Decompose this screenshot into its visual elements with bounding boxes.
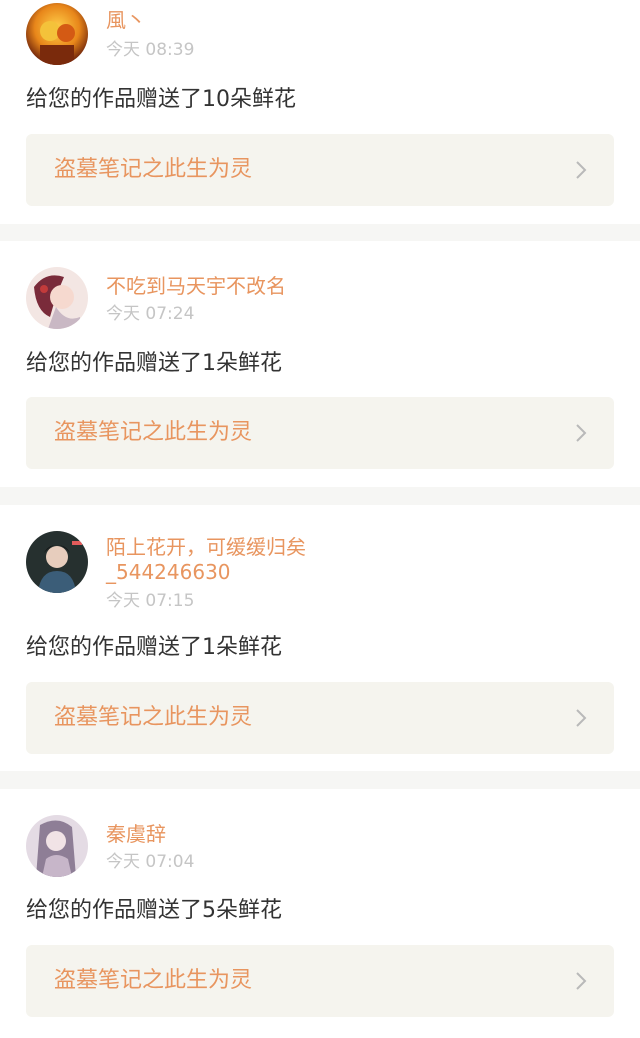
timestamp: 今天 07:24	[106, 304, 195, 324]
username-line: _544246630	[106, 560, 231, 584]
work-title: 盗墓笔记之此生为灵	[54, 705, 253, 730]
work-link[interactable]: 盗墓笔记之此生为灵	[26, 397, 614, 469]
notification-card: 秦虞辞 今天 07:04 给您的作品赠送了5朵鲜花 盗墓笔记之此生为灵	[0, 789, 640, 1038]
username-line: 陌上花开，可缓缓归矣	[106, 535, 306, 559]
work-link[interactable]: 盗墓笔记之此生为灵	[26, 134, 614, 206]
timestamp: 今天 07:15	[106, 591, 195, 611]
avatar[interactable]	[26, 267, 88, 329]
gift-message: 给您的作品赠送了10朵鲜花	[26, 87, 296, 112]
username[interactable]: 陌上花开，可缓缓归矣 _544246630	[106, 535, 306, 585]
avatar[interactable]	[26, 815, 88, 877]
username-line: 風丶	[106, 8, 146, 32]
notification-card: 不吃到马天宇不改名 今天 07:24 给您的作品赠送了1朵鲜花 盗墓笔记之此生为…	[0, 241, 640, 487]
username[interactable]: 秦虞辞	[106, 822, 166, 847]
username[interactable]: 不吃到马天宇不改名	[106, 274, 286, 299]
avatar[interactable]	[26, 531, 88, 593]
timestamp: 今天 08:39	[106, 40, 195, 60]
notification-card: 陌上花开，可缓缓归矣 _544246630 今天 07:15 给您的作品赠送了1…	[0, 505, 640, 771]
username[interactable]: 風丶	[106, 8, 146, 33]
chevron-right-icon	[576, 161, 587, 179]
chevron-right-icon	[576, 424, 587, 442]
work-link[interactable]: 盗墓笔记之此生为灵	[26, 945, 614, 1017]
chevron-right-icon	[576, 972, 587, 990]
notification-card: 風丶 今天 08:39 给您的作品赠送了10朵鲜花 盗墓笔记之此生为灵	[0, 0, 640, 224]
avatar[interactable]	[26, 3, 88, 65]
gift-notification-feed: 風丶 今天 08:39 给您的作品赠送了10朵鲜花 盗墓笔记之此生为灵 不吃到马…	[0, 0, 640, 1038]
timestamp: 今天 07:04	[106, 852, 195, 872]
gift-message: 给您的作品赠送了5朵鲜花	[26, 898, 282, 923]
gift-message: 给您的作品赠送了1朵鲜花	[26, 351, 282, 376]
username-line: 不吃到马天宇不改名	[106, 274, 286, 298]
gift-message: 给您的作品赠送了1朵鲜花	[26, 635, 282, 660]
work-link[interactable]: 盗墓笔记之此生为灵	[26, 682, 614, 754]
username-line: 秦虞辞	[106, 822, 166, 846]
chevron-right-icon	[576, 709, 587, 727]
work-title: 盗墓笔记之此生为灵	[54, 968, 253, 993]
work-title: 盗墓笔记之此生为灵	[54, 157, 253, 182]
work-title: 盗墓笔记之此生为灵	[54, 420, 253, 445]
